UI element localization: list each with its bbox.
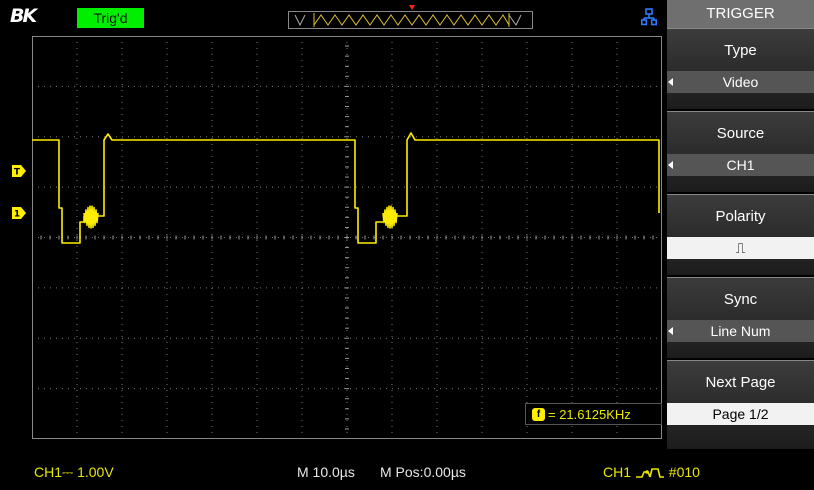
left-arrow-icon xyxy=(668,78,673,86)
menu-item-source[interactable]: Source CH1 xyxy=(667,111,814,192)
menu-title: TRIGGER xyxy=(667,0,814,28)
trigger-level-marker: T xyxy=(12,165,26,177)
timebase-readout: M 10.0µs xyxy=(297,464,355,480)
menu-item-label: Polarity xyxy=(715,208,766,225)
brand-logo: BK xyxy=(10,5,37,27)
frequency-icon: f xyxy=(532,408,545,421)
left-arrow-icon xyxy=(668,161,673,169)
menu-item-sync[interactable]: Sync Line Num xyxy=(667,277,814,358)
trigger-menu: TRIGGER Type Video Source CH1 Polarity ⎍… xyxy=(667,0,814,449)
menu-item-value[interactable]: Page 1/2 xyxy=(667,403,814,425)
trigger-line-number: #010 xyxy=(668,464,700,480)
memory-position-bar xyxy=(288,11,533,29)
pulse-polarity-icon: ⎍ xyxy=(735,240,746,256)
trigger-status-badge: Trig'd xyxy=(77,8,144,28)
menu-item-label: Sync xyxy=(723,291,758,308)
ch1-scale-readout: CH1⎓ 1.00V xyxy=(34,464,114,480)
horizontal-position-readout: M Pos:0.00µs xyxy=(380,464,466,480)
menu-item-label: Source xyxy=(716,125,765,142)
trigger-source-label: CH1 xyxy=(603,464,632,480)
oscilloscope-display: BK Trig'd T T 1 xyxy=(0,0,814,490)
menu-item-next-page[interactable]: Next Page Page 1/2 xyxy=(667,360,814,449)
menu-item-value[interactable]: ⎍ xyxy=(667,237,814,259)
frequency-value: = 21.6125KHz xyxy=(548,407,631,422)
trigger-edge-icon xyxy=(635,468,664,479)
trigger-position-marker xyxy=(409,5,415,10)
menu-item-value[interactable]: CH1 xyxy=(667,154,814,176)
menu-item-value[interactable]: Line Num xyxy=(667,320,814,342)
menu-item-polarity[interactable]: Polarity ⎍ xyxy=(667,194,814,275)
svg-text:T: T xyxy=(14,168,21,178)
usb-icon xyxy=(641,8,657,26)
ch1-ground-marker: 1 xyxy=(12,207,26,219)
menu-item-label: Type xyxy=(724,42,757,59)
frequency-readout: f = 21.6125KHz xyxy=(525,403,662,425)
menu-item-label: Next Page xyxy=(705,374,776,391)
waveform-screen xyxy=(32,36,662,439)
svg-text:1: 1 xyxy=(14,210,20,220)
menu-item-value[interactable]: Video xyxy=(667,71,814,93)
left-arrow-icon xyxy=(668,327,673,335)
menu-item-type[interactable]: Type Video xyxy=(667,28,814,109)
trigger-info-readout: CH1 #010 xyxy=(603,463,700,481)
